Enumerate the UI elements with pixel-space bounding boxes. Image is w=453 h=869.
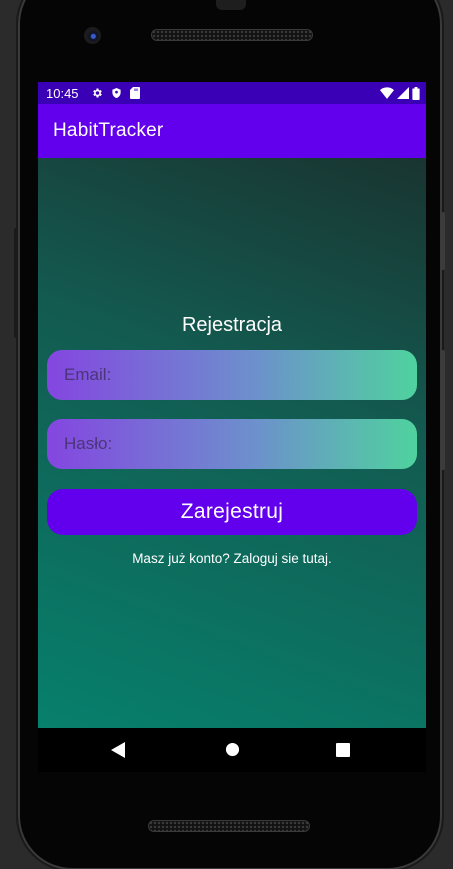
volume-button[interactable] [441, 350, 445, 470]
emulator-frame: 10:45 HabitTracker Rejestracja Email: Za… [0, 0, 453, 869]
login-link[interactable]: Masz już konto? Zaloguj sie tutaj. [38, 551, 426, 566]
signal-icon [397, 87, 409, 99]
bottom-speaker [148, 820, 310, 832]
status-notification-icons [91, 87, 140, 99]
phone-edge [14, 228, 18, 338]
device-screen: 10:45 HabitTracker Rejestracja Email: Za… [38, 82, 426, 728]
top-speaker [151, 29, 313, 41]
email-field[interactable] [47, 350, 417, 400]
app-bar: HabitTracker [38, 104, 426, 158]
gear-icon [91, 87, 103, 99]
recents-icon[interactable] [336, 742, 350, 761]
email-input[interactable] [62, 364, 417, 386]
back-icon[interactable] [111, 742, 125, 762]
battery-icon [412, 86, 420, 100]
registration-title: Rejestracja [181, 314, 283, 336]
status-time: 10:45 [46, 85, 79, 101]
status-bar: 10:45 [38, 82, 426, 104]
front-camera-icon [84, 27, 101, 44]
status-system-icons [380, 86, 420, 100]
top-notch [216, 0, 246, 10]
power-button[interactable] [441, 212, 445, 270]
register-button[interactable]: Zarejestruj [47, 489, 417, 535]
password-field[interactable] [47, 419, 417, 469]
home-icon[interactable] [225, 742, 240, 761]
sd-card-icon [129, 87, 140, 99]
app-title: HabitTracker [53, 120, 164, 141]
shield-icon [111, 87, 122, 99]
password-input[interactable] [62, 433, 417, 455]
navigation-bar [38, 728, 426, 772]
wifi-icon [380, 87, 394, 99]
